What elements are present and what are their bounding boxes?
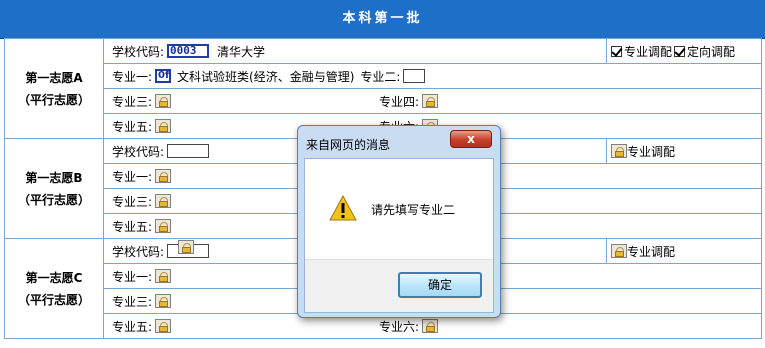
choice-b-title: 第一志愿B: [25, 170, 83, 185]
school-code-label: 学校代码:: [112, 44, 165, 59]
major3-label-a: 专业三:: [112, 94, 153, 109]
ok-button[interactable]: 确定: [398, 272, 482, 298]
lock-icon: [155, 94, 172, 108]
major1-name-a: 文科试验班类(经济、金融与管理): [177, 69, 355, 84]
major6-label-c: 专业六:: [379, 319, 420, 334]
major-adjust-checkbox-a[interactable]: [611, 45, 622, 57]
major3-label-c: 专业三:: [112, 294, 153, 309]
alert-dialog: 来自网页的消息 x 请先填写专业二 确定: [297, 125, 501, 318]
directed-adjust-label-a: 定向调配: [687, 44, 736, 59]
batch-header: 本科第一批: [0, 0, 765, 39]
major1-code-input-a[interactable]: 0f: [155, 69, 172, 83]
lock-icon: [178, 240, 195, 254]
warning-icon: [329, 195, 357, 221]
lock-icon: [422, 319, 439, 333]
dialog-message: 请先填写专业二: [371, 203, 456, 217]
school-code-input-c[interactable]: [167, 240, 210, 258]
directed-adjust-checkbox-a[interactable]: [674, 45, 686, 57]
lock-icon: [611, 144, 627, 158]
school-code-input-b[interactable]: [167, 144, 210, 158]
choice-c-subtitle: （平行志愿）: [17, 292, 90, 307]
dialog-title: 来自网页的消息: [306, 138, 391, 152]
choice-b-subtitle: （平行志愿）: [17, 192, 90, 207]
lock-icon: [155, 119, 172, 133]
choice-a-label: 第一志愿A （平行志愿）: [4, 38, 104, 139]
school-code-label: 学校代码:: [112, 244, 165, 259]
lock-icon: [155, 169, 172, 183]
major5-label-a: 专业五:: [112, 119, 153, 134]
major2-label-a: 专业二:: [360, 69, 401, 84]
choice-b-label: 第一志愿B （平行志愿）: [4, 138, 104, 239]
major5-label-b: 专业五:: [112, 219, 153, 234]
school-code-input-a[interactable]: 0003: [167, 44, 210, 58]
choice-a-title: 第一志愿A: [25, 70, 83, 85]
lock-icon: [155, 269, 172, 283]
choice-c-label: 第一志愿C （平行志愿）: [4, 238, 104, 339]
major-adjust-label-a: 专业调配: [624, 44, 673, 59]
major3-label-b: 专业三:: [112, 194, 153, 209]
major1-label-a: 专业一:: [112, 69, 153, 84]
lock-icon: [155, 294, 172, 308]
major-adjust-label-b: 专业调配: [627, 144, 676, 159]
lock-icon: [611, 244, 627, 258]
lock-icon: [422, 94, 439, 108]
major1-label-c: 专业一:: [112, 269, 153, 284]
lock-icon: [155, 219, 172, 233]
lock-icon: [155, 319, 172, 333]
choice-a-subtitle: （平行志愿）: [17, 92, 90, 107]
major2-input-a[interactable]: [403, 69, 426, 83]
lock-icon: [155, 194, 172, 208]
dialog-footer: 确定: [305, 259, 493, 312]
major5-label-c: 专业五:: [112, 319, 153, 334]
close-button[interactable]: x: [450, 130, 492, 148]
major1-label-b: 专业一:: [112, 169, 153, 184]
school-code-label: 学校代码:: [112, 144, 165, 159]
choice-c-title: 第一志愿C: [25, 270, 83, 285]
school-name-a: 清华大学: [217, 44, 266, 59]
major-adjust-label-c: 专业调配: [627, 244, 676, 259]
major4-label-a: 专业四:: [379, 94, 420, 109]
dialog-body: 请先填写专业二 确定: [304, 158, 494, 313]
